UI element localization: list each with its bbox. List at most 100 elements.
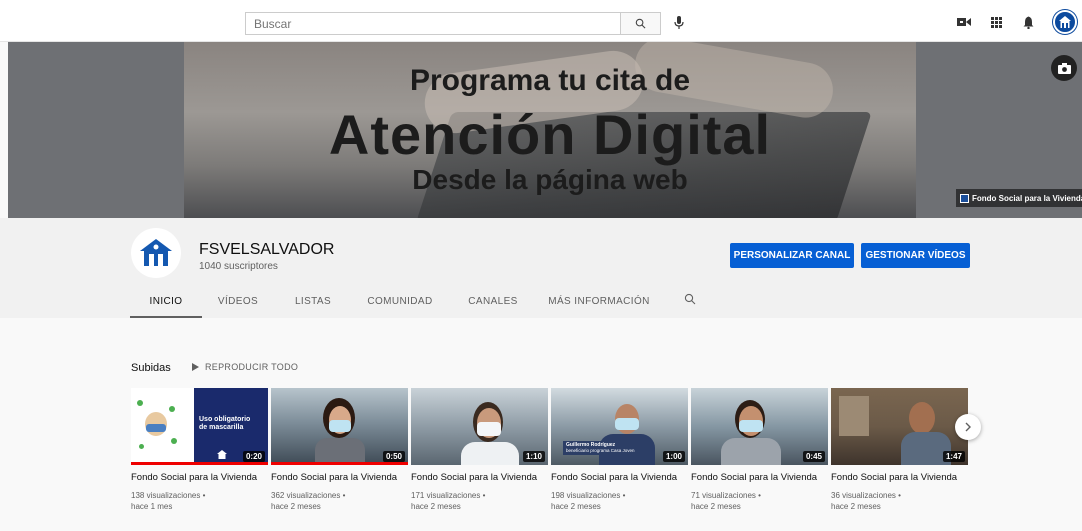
search-icon [635, 18, 646, 29]
shelf-next-button[interactable] [955, 414, 981, 440]
face-mask [477, 422, 501, 436]
video-thumbnail[interactable]: Guillermo Rodríguez beneficiario program… [551, 388, 688, 465]
house-logo-icon [1059, 16, 1071, 28]
video-card[interactable]: Guillermo Rodríguez beneficiario program… [551, 388, 688, 512]
chevron-right-icon [965, 422, 971, 432]
video-camera-icon [957, 18, 971, 26]
play-icon [192, 363, 199, 371]
apps-icon [990, 16, 1002, 28]
video-views: 362 visualizaciones • [271, 491, 346, 500]
play-all-button[interactable]: REPRODUCIR TODO [192, 362, 298, 372]
tab-videos[interactable]: VÍDEOS [208, 290, 268, 318]
channel-banner: Programa tu cita de Atención Digital Des… [8, 42, 1082, 218]
video-duration: 1:10 [522, 451, 545, 462]
video-duration: 1:00 [662, 451, 685, 462]
virus-icon [169, 406, 175, 412]
video-thumbnail[interactable]: 1:47 [831, 388, 968, 465]
video-views: 171 visualizaciones • [411, 491, 486, 500]
banner-subtitle: Desde la página web [412, 164, 688, 195]
video-thumbnail[interactable]: Uso obligatorio de mascarilla 0:20 [131, 388, 268, 465]
person-body [461, 442, 519, 465]
video-age: hace 2 meses [271, 502, 321, 511]
lower-third-role: beneficiario programa Casa Joven [566, 448, 635, 453]
video-title[interactable]: Fondo Social para la Vivienda [131, 471, 261, 484]
video-thumbnail[interactable]: 1:10 [411, 388, 548, 465]
video-views: 71 visualizaciones • [691, 491, 761, 500]
tab-about[interactable]: MÁS INFORMACIÓN [544, 290, 654, 318]
video-views: 36 visualizaciones • [831, 491, 901, 500]
video-card[interactable]: Uso obligatorio de mascarilla 0:20 Fondo… [131, 388, 268, 512]
video-title[interactable]: Fondo Social para la Vivienda [411, 471, 541, 484]
apps-button[interactable] [987, 13, 1005, 31]
thumbnail-lower-third: Guillermo Rodríguez beneficiario program… [563, 441, 638, 455]
tab-channels[interactable]: CANALES [462, 290, 524, 318]
play-all-label: REPRODUCIR TODO [205, 362, 299, 372]
video-card[interactable]: 0:45 Fondo Social para la Vivienda 71 vi… [691, 388, 828, 512]
notifications-button[interactable] [1019, 13, 1037, 31]
face-mask [615, 418, 639, 430]
video-card[interactable]: 1:47 Fondo Social para la Vivienda 36 vi… [831, 388, 968, 512]
video-views: 198 visualizaciones • [551, 491, 626, 500]
video-title[interactable]: Fondo Social para la Vivienda [691, 471, 821, 484]
search-box [245, 12, 661, 35]
channel-avatar[interactable] [131, 228, 181, 278]
watch-progress-bar [131, 462, 268, 465]
video-title[interactable]: Fondo Social para la Vivienda [831, 471, 961, 484]
virus-icon [139, 444, 144, 449]
video-thumbnail[interactable]: 0:45 [691, 388, 828, 465]
background-furniture [839, 396, 869, 436]
house-logo-icon [217, 450, 227, 459]
banner-link-label: Fondo Social para la Vivienda [972, 193, 1082, 203]
customize-channel-button[interactable]: PERSONALIZAR CANAL [730, 243, 854, 268]
channel-name: FSVELSALVADOR [199, 241, 335, 258]
banner-headline: Programa tu cita de [409, 64, 691, 97]
watch-progress-bar [271, 462, 408, 465]
subscriber-count: 1040 suscriptores [199, 261, 278, 272]
website-favicon-icon [960, 193, 969, 203]
face-mask [739, 420, 763, 432]
bell-icon [1023, 16, 1033, 29]
face-mask [329, 420, 351, 432]
video-duration: 1:47 [942, 451, 965, 462]
video-title[interactable]: Fondo Social para la Vivienda [551, 471, 681, 484]
banner-title: Atención Digital [328, 103, 772, 166]
video-age: hace 2 meses [691, 502, 741, 511]
video-age: hace 2 meses [831, 502, 881, 511]
section-title: Subidas [131, 362, 171, 374]
video-duration: 0:20 [242, 451, 265, 462]
account-avatar[interactable] [1053, 10, 1077, 34]
voice-search-button[interactable] [670, 14, 688, 32]
tab-playlists[interactable]: LISTAS [286, 290, 340, 318]
search-icon [684, 293, 696, 305]
manage-videos-button[interactable]: GESTIONAR VÍDEOS [861, 243, 970, 268]
search-input[interactable] [246, 13, 620, 34]
video-duration: 0:50 [382, 451, 405, 462]
person-face [909, 402, 935, 434]
video-views: 138 visualizaciones • [131, 491, 206, 500]
video-age: hace 1 mes [131, 502, 173, 511]
video-age: hace 2 meses [551, 502, 601, 511]
tab-community[interactable]: COMUNIDAD [360, 290, 440, 318]
search-button[interactable] [620, 13, 660, 34]
mask-illustration [146, 424, 166, 432]
video-card[interactable]: 1:10 Fondo Social para la Vivienda 171 v… [411, 388, 548, 512]
camera-icon [1057, 62, 1071, 74]
virus-icon [171, 438, 177, 444]
create-video-button[interactable] [955, 13, 973, 31]
house-logo-icon [140, 239, 172, 266]
masthead [0, 0, 1082, 42]
tab-home[interactable]: INICIO [130, 290, 202, 318]
edit-banner-button[interactable] [1051, 55, 1077, 81]
thumbnail-caption: Uso obligatorio de mascarilla [199, 416, 251, 431]
mic-icon [674, 16, 684, 29]
banner-edge-left [8, 42, 184, 218]
banner-link[interactable]: Fondo Social para la Vivienda [956, 189, 1082, 207]
channel-search-button[interactable] [684, 292, 700, 308]
video-duration: 0:45 [802, 451, 825, 462]
video-title[interactable]: Fondo Social para la Vivienda [271, 471, 401, 484]
video-card[interactable]: 0:50 Fondo Social para la Vivienda 362 v… [271, 388, 408, 512]
person-body [315, 438, 365, 465]
video-thumbnail[interactable]: 0:50 [271, 388, 408, 465]
virus-icon [137, 400, 143, 406]
video-age: hace 2 meses [411, 502, 461, 511]
